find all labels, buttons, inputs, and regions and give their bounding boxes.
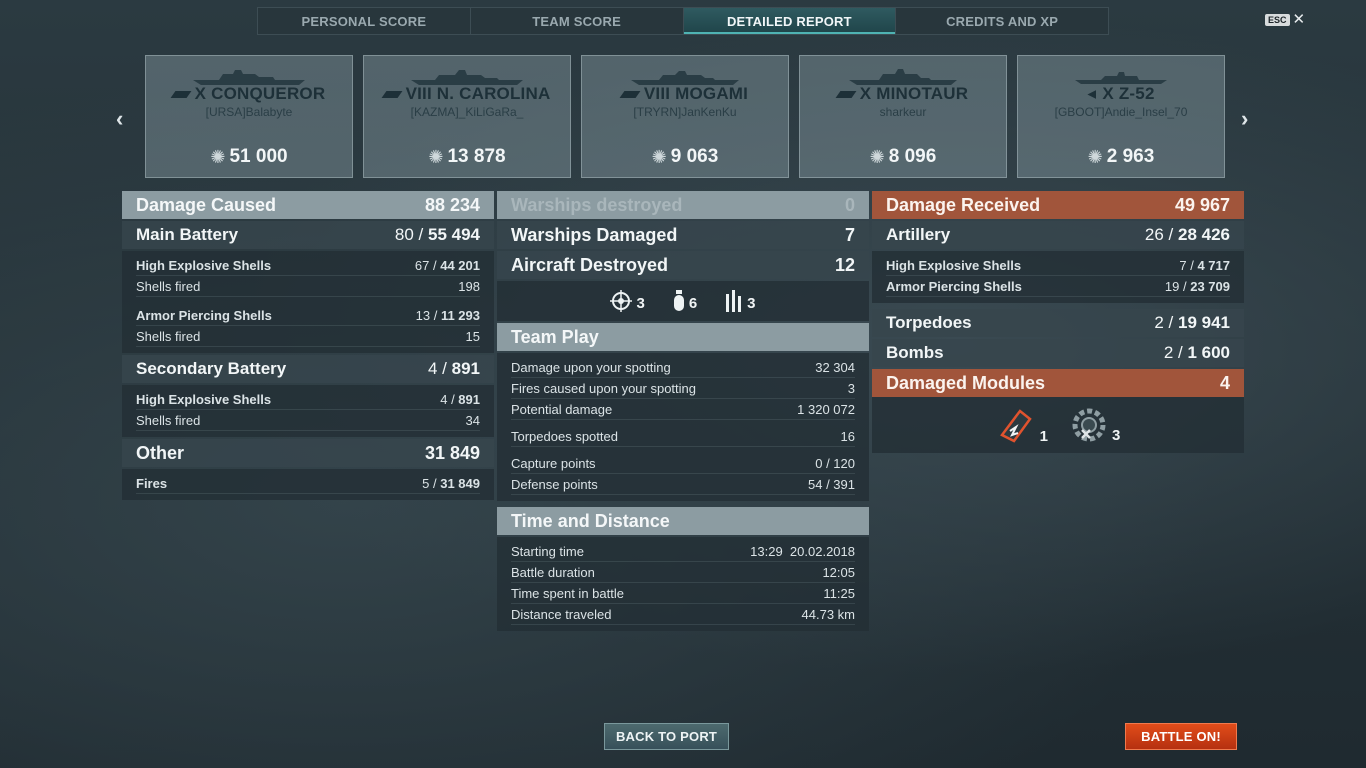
flooding-icon bbox=[999, 409, 1032, 443]
tab-personal-score[interactable]: PERSONAL SCORE bbox=[258, 8, 471, 34]
damage-caused-panel: Damage Caused 88 234 Main Battery 80 / 5… bbox=[122, 191, 494, 502]
module-icons-row: 1 3 bbox=[872, 397, 1244, 453]
ship-name: X Z-52 bbox=[1102, 84, 1155, 103]
flooding-module: 1 bbox=[996, 405, 1048, 445]
other-details: Fires 5 / 31 849 bbox=[122, 469, 494, 500]
ship-card[interactable]: VIII MOGAMI [TRYRN]JanKenKu ✺ 9 063 bbox=[581, 55, 789, 178]
ship-class-icon bbox=[619, 91, 641, 99]
player-name: sharkeur bbox=[879, 105, 927, 119]
ship-class-icon bbox=[835, 91, 857, 99]
ship-damage: 13 878 bbox=[447, 146, 506, 167]
damaged-modules-header: Damaged Modules 4 bbox=[872, 369, 1244, 397]
damage-caused-header: Damage Caused 88 234 bbox=[122, 191, 494, 219]
ship-card[interactable]: X CONQUEROR [URSA]Balabyte ✺ 51 000 bbox=[145, 55, 353, 178]
stat-row: Capture points 0 / 120 bbox=[511, 453, 855, 474]
ship-name: VIII MOGAMI bbox=[643, 84, 749, 103]
ribbon-icons-row: 3 6 3 bbox=[497, 281, 869, 321]
ribbon-shell-hits: 3 bbox=[725, 290, 756, 312]
shells-icon bbox=[726, 290, 742, 312]
ship-name: X MINOTAUR bbox=[859, 84, 969, 103]
battle-summary-panel: Warships destroyed 0 Warships Damaged 7 … bbox=[497, 191, 869, 633]
stat-row: Armor Piercing Shells 19 / 23 709 bbox=[886, 276, 1230, 297]
ship-damage: 2 963 bbox=[1106, 146, 1155, 167]
player-name: [GBOOT]Andie_Insel_70 bbox=[1054, 105, 1188, 119]
bomb-icon bbox=[673, 290, 684, 311]
report-tabs: PERSONAL SCORE TEAM SCORE DETAILED REPOR… bbox=[257, 7, 1109, 35]
ship-name: VIII N. CAROLINA bbox=[405, 84, 551, 103]
stat-row: Distance traveled 44.73 km bbox=[511, 604, 855, 625]
main-battery-details: High Explosive Shells 67 / 44 201 Shells … bbox=[122, 251, 494, 353]
stat-row: High Explosive Shells 4 / 891 bbox=[136, 389, 480, 410]
bombs-header: Bombs 2 / 1 600 bbox=[872, 339, 1244, 367]
ship-class-icon bbox=[381, 91, 403, 99]
artillery-header: Artillery 26 / 28 426 bbox=[872, 221, 1244, 249]
team-play-details: Damage upon your spotting 32 304 Fires ca… bbox=[497, 353, 869, 501]
ribbon-torpedo-hits: 6 bbox=[673, 290, 697, 312]
warships-destroyed-header: Warships destroyed 0 bbox=[497, 191, 869, 219]
secondary-battery-details: High Explosive Shells 4 / 891 Shells fire… bbox=[122, 385, 494, 437]
ship-card[interactable]: VIII N. CAROLINA [KAZMA]_KiLiGaRa_ ✺ 13 8… bbox=[363, 55, 571, 178]
prev-arrow-icon[interactable]: ‹ bbox=[116, 106, 123, 132]
next-arrow-icon[interactable]: › bbox=[1241, 106, 1248, 132]
ship-card[interactable]: X Z-52 [GBOOT]Andie_Insel_70 ✺ 2 963 bbox=[1017, 55, 1225, 178]
tab-detailed-report[interactable]: DETAILED REPORT bbox=[683, 8, 897, 34]
stat-row: Defense points 54 / 391 bbox=[511, 474, 855, 495]
ship-damage: 8 096 bbox=[888, 146, 937, 167]
back-to-port-button[interactable]: BACK TO PORT bbox=[604, 723, 729, 750]
stat-row: Starting time 13:29 20.02.2018 bbox=[511, 541, 855, 562]
battle-on-button[interactable]: BATTLE ON! bbox=[1125, 723, 1237, 750]
ribbon-main-hits: 3 bbox=[610, 290, 645, 312]
stat-row: High Explosive Shells 67 / 44 201 bbox=[136, 255, 480, 276]
explosion-icon: ✺ bbox=[210, 146, 226, 167]
damage-received-panel: Damage Received 49 967 Artillery 26 / 28… bbox=[872, 191, 1244, 455]
stat-row: Shells fired 198 bbox=[136, 276, 480, 297]
player-name: [URSA]Balabyte bbox=[205, 105, 293, 119]
artillery-details: High Explosive Shells 7 / 4 717 Armor Pie… bbox=[872, 251, 1244, 303]
ship-damage: 9 063 bbox=[670, 146, 719, 167]
warships-damaged-header: Warships Damaged 7 bbox=[497, 221, 869, 249]
explosion-icon: ✺ bbox=[1087, 146, 1103, 167]
secondary-battery-header: Secondary Battery 4 / 891 bbox=[122, 355, 494, 383]
time-distance-header: Time and Distance bbox=[497, 507, 869, 535]
aircraft-destroyed-header: Aircraft Destroyed 12 bbox=[497, 251, 869, 279]
esc-key-label: ESC bbox=[1265, 14, 1290, 26]
damage-received-header: Damage Received 49 967 bbox=[872, 191, 1244, 219]
explosion-icon: ✺ bbox=[651, 146, 667, 167]
stat-row: Battle duration 12:05 bbox=[511, 562, 855, 583]
stat-row: Shells fired 15 bbox=[136, 326, 480, 347]
stat-row: Potential damage 1 320 072 bbox=[511, 399, 855, 420]
ship-class-icon bbox=[170, 91, 192, 99]
other-header: Other 31 849 bbox=[122, 439, 494, 467]
explosion-icon: ✺ bbox=[428, 146, 444, 167]
tab-credits-and-xp[interactable]: CREDITS AND XP bbox=[896, 8, 1108, 34]
ship-card[interactable]: X MINOTAUR sharkeur ✺ 8 096 bbox=[799, 55, 1007, 178]
tab-team-score[interactable]: TEAM SCORE bbox=[471, 8, 684, 34]
stat-row: Fires caused upon your spotting 3 bbox=[511, 378, 855, 399]
stat-row: High Explosive Shells 7 / 4 717 bbox=[886, 255, 1230, 276]
ship-name: X CONQUEROR bbox=[194, 84, 326, 103]
top-damage-ships: X CONQUEROR [URSA]Balabyte ✺ 51 000 VIII … bbox=[145, 55, 1225, 178]
stat-row: Shells fired 34 bbox=[136, 410, 480, 431]
ship-class-icon bbox=[1087, 90, 1097, 100]
stat-row: Damage upon your spotting 32 304 bbox=[511, 357, 855, 378]
crosshair-icon bbox=[610, 290, 633, 312]
gear-icon bbox=[1072, 408, 1106, 442]
time-distance-details: Starting time 13:29 20.02.2018 Battle dur… bbox=[497, 537, 869, 631]
stat-row: Torpedoes spotted 16 bbox=[511, 426, 855, 447]
close-icon: ✕ bbox=[1292, 11, 1306, 28]
stat-row: Fires 5 / 31 849 bbox=[136, 473, 480, 494]
main-battery-header: Main Battery 80 / 55 494 bbox=[122, 221, 494, 249]
close-button[interactable]: ESC ✕ bbox=[1265, 11, 1306, 28]
explosion-icon: ✺ bbox=[869, 146, 885, 167]
torpedoes-header: Torpedoes 2 / 19 941 bbox=[872, 309, 1244, 337]
player-name: [KAZMA]_KiLiGaRa_ bbox=[410, 105, 524, 119]
player-name: [TRYRN]JanKenKu bbox=[633, 105, 737, 119]
team-play-header: Team Play bbox=[497, 323, 869, 351]
ship-damage: 51 000 bbox=[229, 146, 288, 167]
module-damage: 3 bbox=[1070, 406, 1120, 444]
stat-row: Armor Piercing Shells 13 / 11 293 bbox=[136, 305, 480, 326]
stat-row: Time spent in battle 11:25 bbox=[511, 583, 855, 604]
